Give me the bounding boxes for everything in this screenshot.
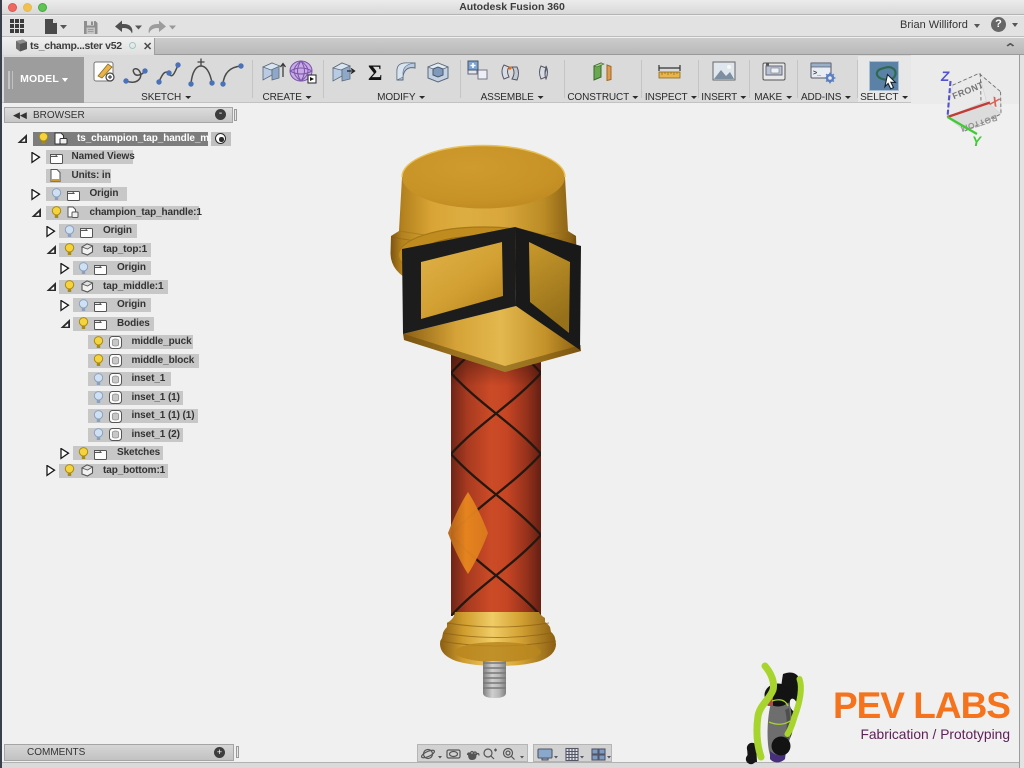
svg-text:Y: Y xyxy=(972,134,983,149)
svg-text:>_: >_ xyxy=(813,70,821,77)
svg-text:Z: Z xyxy=(940,70,950,84)
svg-text:Σ: Σ xyxy=(368,60,382,85)
